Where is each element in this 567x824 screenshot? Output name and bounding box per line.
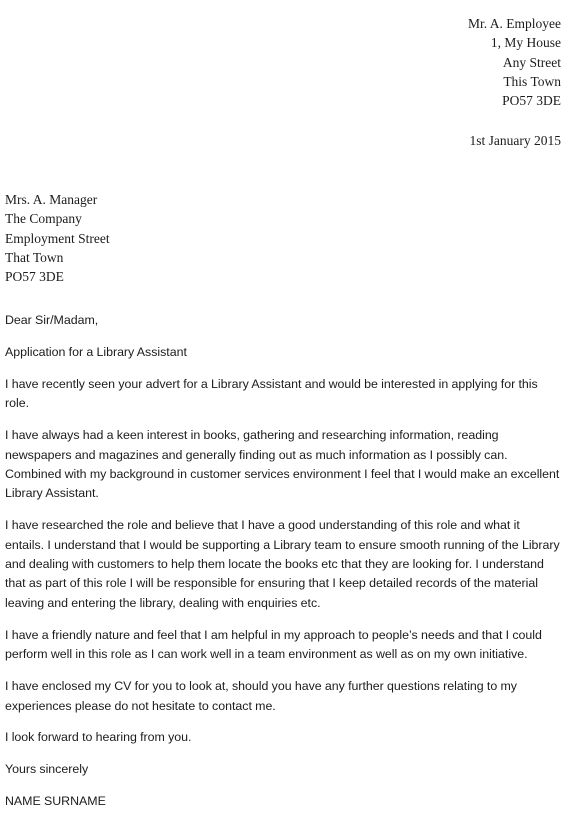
salutation: Dear Sir/Madam, bbox=[5, 313, 99, 327]
body-paragraph-5: I have enclosed my CV for you to look at… bbox=[5, 679, 517, 713]
closing-paragraph: I look forward to hearing from you. bbox=[5, 730, 192, 745]
sender-address-line-3: Any Street bbox=[502, 54, 561, 70]
letter-page: Mr. A. Employee 1, My House Any Street T… bbox=[0, 0, 567, 808]
body-paragraph-4: I have a friendly nature and feel that I… bbox=[5, 627, 542, 662]
sender-address-line-5: PO57 3DE bbox=[502, 93, 561, 109]
body-paragraph-1: I have recently seen your advert for a L… bbox=[5, 376, 538, 411]
letter-date: 1st January 2015 bbox=[469, 133, 562, 148]
letter-body: Dear Sir/Madam, Application for a Librar… bbox=[5, 311, 561, 824]
sender-address-line-1: Mr. A. Employee bbox=[468, 16, 561, 31]
recipient-address-line-5: PO57 3DE bbox=[5, 269, 64, 285]
recipient-address-line-2: The Company bbox=[5, 211, 82, 227]
sender-address-line-4: This Town bbox=[503, 73, 561, 89]
sign-off: Yours sincerely bbox=[5, 762, 89, 777]
recipient-address-line-4: That Town bbox=[5, 249, 64, 265]
subject-line: Application for a Library Assistant bbox=[5, 344, 187, 359]
signature-name: NAME SURNAME bbox=[5, 794, 106, 809]
sender-address-block: Mr. A. Employee 1, My House Any Street T… bbox=[468, 14, 561, 110]
body-paragraph-2: I have always had a keen interest in boo… bbox=[5, 428, 560, 501]
recipient-address-line-3: Employment Street bbox=[5, 230, 110, 246]
body-paragraph-3: I have researched the role and believe t… bbox=[5, 518, 560, 610]
recipient-address-block: Mrs. A. Manager The Company Employment S… bbox=[5, 190, 110, 286]
sender-address-line-2: 1, My House bbox=[490, 35, 561, 51]
recipient-address-line-1: Mrs. A. Manager bbox=[5, 192, 98, 207]
